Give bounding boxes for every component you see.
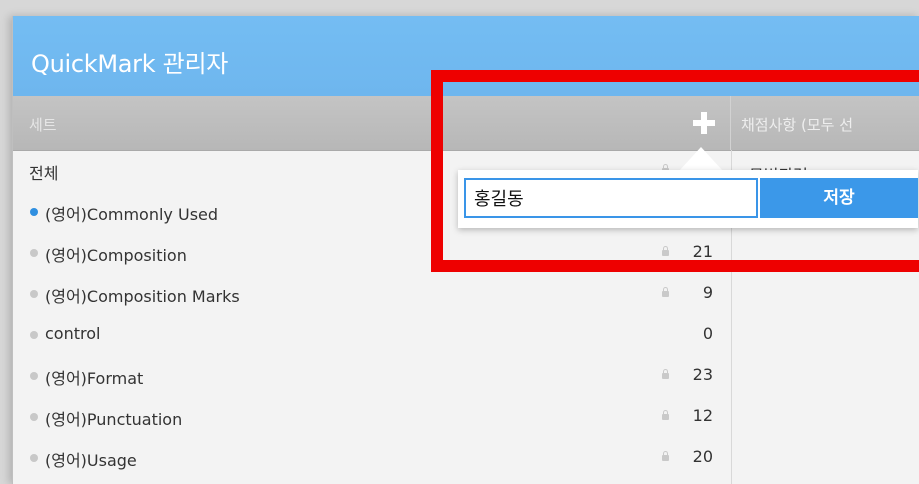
- new-set-popup: 저장: [458, 170, 918, 228]
- set-name-input[interactable]: [464, 178, 758, 218]
- dot-icon: [30, 331, 38, 339]
- add-set-button[interactable]: [693, 112, 715, 134]
- dot-icon: [30, 372, 38, 380]
- popup-arrow: [679, 147, 723, 171]
- dot-icon: [30, 454, 38, 462]
- lock-icon: [662, 369, 669, 379]
- set-label: (영어)Format: [45, 369, 144, 388]
- set-label: control: [45, 324, 101, 343]
- set-row[interactable]: (영어)Composition Marks 9: [13, 273, 731, 314]
- items-header-label[interactable]: 채점사항 (모두 선: [741, 114, 853, 135]
- lock-icon: [662, 451, 669, 461]
- set-row[interactable]: (영어)Format 23: [13, 355, 731, 396]
- set-label: 전체: [29, 164, 59, 183]
- set-label: (영어)Composition: [45, 246, 187, 265]
- dot-icon: [30, 413, 38, 421]
- set-row[interactable]: control 0: [13, 314, 731, 355]
- set-count: 20: [692, 447, 713, 466]
- set-label: (영어)Composition Marks: [45, 287, 240, 306]
- save-button[interactable]: 저장: [760, 178, 918, 218]
- lock-icon: [662, 246, 669, 256]
- dot-icon: [30, 208, 38, 216]
- set-count: 12: [692, 406, 713, 425]
- set-count: 21: [692, 242, 713, 261]
- set-label: (영어)Commonly Used: [45, 205, 219, 224]
- lock-icon: [662, 410, 669, 420]
- column-header: 세트 채점사항 (모두 선: [13, 96, 919, 151]
- window-title: QuickMark 관리자: [31, 50, 229, 78]
- dot-icon: [30, 290, 38, 298]
- sets-header-label: 세트: [29, 116, 57, 134]
- set-label: (영어)Usage: [45, 451, 137, 470]
- set-row[interactable]: (영어)Punctuation 12: [13, 396, 731, 437]
- set-count: 9: [702, 283, 713, 302]
- title-bar: QuickMark 관리자: [13, 16, 919, 96]
- lock-icon: [662, 287, 669, 297]
- set-label: (영어)Punctuation: [45, 410, 183, 429]
- set-row[interactable]: (영어)Composition 21: [13, 232, 731, 273]
- set-count: 0: [702, 324, 713, 343]
- quickmark-manager-window: QuickMark 관리자 세트 채점사항 (모두 선 전체 (영어)Common…: [12, 16, 919, 484]
- set-row[interactable]: (영어)Usage 20: [13, 437, 731, 478]
- header-divider: [730, 96, 731, 150]
- set-count: 23: [692, 365, 713, 384]
- dot-icon: [30, 249, 38, 257]
